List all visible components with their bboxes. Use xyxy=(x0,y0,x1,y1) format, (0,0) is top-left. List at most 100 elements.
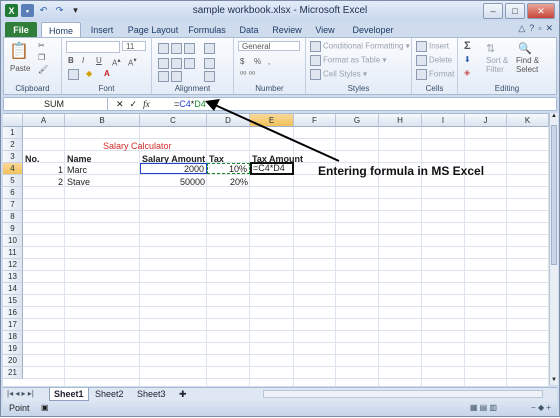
row-header[interactable]: 4 xyxy=(3,163,23,175)
active-cell-e4[interactable]: =C4*D4 xyxy=(250,162,294,175)
restore-icon[interactable]: ▫ xyxy=(538,23,541,34)
column-header-c[interactable]: C xyxy=(140,114,207,127)
merge-center-icon[interactable] xyxy=(204,71,217,82)
enter-button[interactable]: ✓ xyxy=(130,99,138,110)
format-as-table-button[interactable]: Format as Table ▾ xyxy=(310,55,386,66)
minimize-ribbon-icon[interactable]: △ xyxy=(518,23,525,34)
font-size-box[interactable]: 11 xyxy=(122,41,146,51)
cell-b5[interactable]: Stave xyxy=(67,176,90,188)
cell-d5[interactable]: 20% xyxy=(207,176,248,188)
tab-insert[interactable]: Insert xyxy=(85,22,119,37)
currency-button[interactable]: $ xyxy=(240,57,244,66)
close-workbook-icon[interactable]: ✕ xyxy=(545,23,553,34)
percent-button[interactable]: % xyxy=(254,57,261,66)
fill-icon[interactable]: ⬇ xyxy=(464,55,471,64)
font-shrink-icon[interactable]: A▾ xyxy=(128,56,137,68)
row-header[interactable]: 6 xyxy=(3,187,23,199)
name-box[interactable]: SUM xyxy=(4,98,108,110)
column-header-k[interactable]: K xyxy=(507,114,549,127)
sheet-tab-3[interactable]: Sheet3 xyxy=(133,388,170,400)
cut-icon[interactable]: ✂ xyxy=(38,41,45,50)
tab-developer[interactable]: Developer xyxy=(349,22,397,37)
row-header[interactable]: 2 xyxy=(3,139,23,151)
row-header[interactable]: 16 xyxy=(3,307,23,319)
minimize-button[interactable]: – xyxy=(483,3,503,19)
autosum-button[interactable]: Σ xyxy=(464,40,471,52)
zoom-slider[interactable]: − ◆ + xyxy=(531,403,551,412)
select-all-corner[interactable] xyxy=(3,114,23,127)
comma-style-icon[interactable]: , xyxy=(268,57,270,66)
paste-icon[interactable]: 📋 xyxy=(9,41,29,61)
italic-button[interactable]: I xyxy=(82,56,84,65)
tab-file[interactable]: File xyxy=(5,22,37,37)
clear-icon[interactable]: ◈ xyxy=(464,68,470,77)
view-buttons[interactable]: ▦ ▤ ▥ xyxy=(470,403,497,412)
row-header[interactable]: 9 xyxy=(3,223,23,235)
sort-filter-icon[interactable]: ⇅ xyxy=(486,42,495,55)
fill-color-icon[interactable]: ◆ xyxy=(86,69,92,78)
column-header-i[interactable]: I xyxy=(422,114,465,127)
row-header[interactable]: 20 xyxy=(3,355,23,367)
scroll-down-icon[interactable]: ▼ xyxy=(550,377,558,385)
scroll-thumb[interactable] xyxy=(551,125,557,265)
row-header[interactable]: 3 xyxy=(3,151,23,163)
tab-view[interactable]: View xyxy=(311,22,339,37)
font-grow-icon[interactable]: A▴ xyxy=(112,56,121,68)
row-header[interactable]: 12 xyxy=(3,259,23,271)
tab-formulas[interactable]: Formulas xyxy=(185,22,229,37)
conditional-formatting-button[interactable]: Conditional Formatting ▾ xyxy=(310,41,410,52)
column-header-d[interactable]: D xyxy=(207,114,250,127)
sheet-tab-2[interactable]: Sheet2 xyxy=(91,388,128,400)
cell-styles-button[interactable]: Cell Styles ▾ xyxy=(310,69,367,80)
row-header[interactable]: 11 xyxy=(3,247,23,259)
sort-button-label[interactable]: Sort & xyxy=(486,56,508,65)
column-header-a[interactable]: A xyxy=(23,114,65,127)
align-top-icon[interactable] xyxy=(158,43,197,54)
row-header[interactable]: 13 xyxy=(3,271,23,283)
border-icon[interactable] xyxy=(68,69,81,80)
column-header-f[interactable]: F xyxy=(294,114,336,127)
wrap-text-icon[interactable] xyxy=(204,58,217,69)
tab-data[interactable]: Data xyxy=(235,22,263,37)
insert-function-button[interactable]: fx xyxy=(143,99,150,109)
row-header[interactable]: 17 xyxy=(3,319,23,331)
row-header[interactable]: 8 xyxy=(3,211,23,223)
cell-a4[interactable]: 1 xyxy=(23,164,63,176)
column-header-j[interactable]: J xyxy=(465,114,507,127)
copy-icon[interactable]: ❐ xyxy=(38,53,45,62)
paste-button[interactable]: Paste xyxy=(10,64,30,73)
formula-input[interactable]: =C4*D4 xyxy=(174,98,206,110)
bold-button[interactable]: B xyxy=(68,56,74,65)
filter-button-label[interactable]: Filter xyxy=(486,65,504,74)
row-header[interactable]: 7 xyxy=(3,199,23,211)
sheet-nav-icons[interactable]: |◂ ◂ ▸ ▸| xyxy=(7,388,34,400)
cell-c4-reference[interactable]: 2000 xyxy=(140,163,207,174)
indent-icon[interactable] xyxy=(158,71,184,82)
tab-home[interactable]: Home xyxy=(41,22,81,38)
font-color-icon[interactable]: A xyxy=(104,69,110,78)
decimal-icon[interactable]: ⁰⁰ ⁰⁰ xyxy=(240,70,255,79)
row-header[interactable]: 19 xyxy=(3,343,23,355)
tab-review[interactable]: Review xyxy=(269,22,305,37)
row-header[interactable]: 10 xyxy=(3,235,23,247)
row-header[interactable]: 14 xyxy=(3,283,23,295)
find-button-label[interactable]: Find & xyxy=(516,56,539,65)
worksheet-grid[interactable]: A B C D E F G H I J K 1 2 3 4 5 6 7 8 9 … xyxy=(3,113,549,386)
font-name-box[interactable] xyxy=(66,41,120,53)
row-header[interactable]: 18 xyxy=(3,331,23,343)
column-header-h[interactable]: H xyxy=(379,114,422,127)
insert-sheet-icon[interactable]: ✚ xyxy=(175,388,191,400)
row-header[interactable]: 1 xyxy=(3,127,23,139)
cell-d4-reference[interactable]: 10% xyxy=(207,163,250,174)
underline-button[interactable]: U xyxy=(96,56,102,65)
sheet-tab-1[interactable]: Sheet1 xyxy=(49,388,89,401)
close-button[interactable]: ✕ xyxy=(527,3,555,19)
vertical-scrollbar[interactable]: ▲ ▼ xyxy=(549,113,558,385)
number-format-box[interactable]: General xyxy=(238,41,300,51)
cell-a5[interactable]: 2 xyxy=(23,176,63,188)
select-button-label[interactable]: Select xyxy=(516,65,538,74)
cell-c5[interactable]: 50000 xyxy=(140,176,205,188)
row-header[interactable]: 21 xyxy=(3,367,23,379)
delete-cells-button[interactable]: Delete xyxy=(416,55,452,66)
cancel-button[interactable]: ✕ xyxy=(116,99,124,110)
